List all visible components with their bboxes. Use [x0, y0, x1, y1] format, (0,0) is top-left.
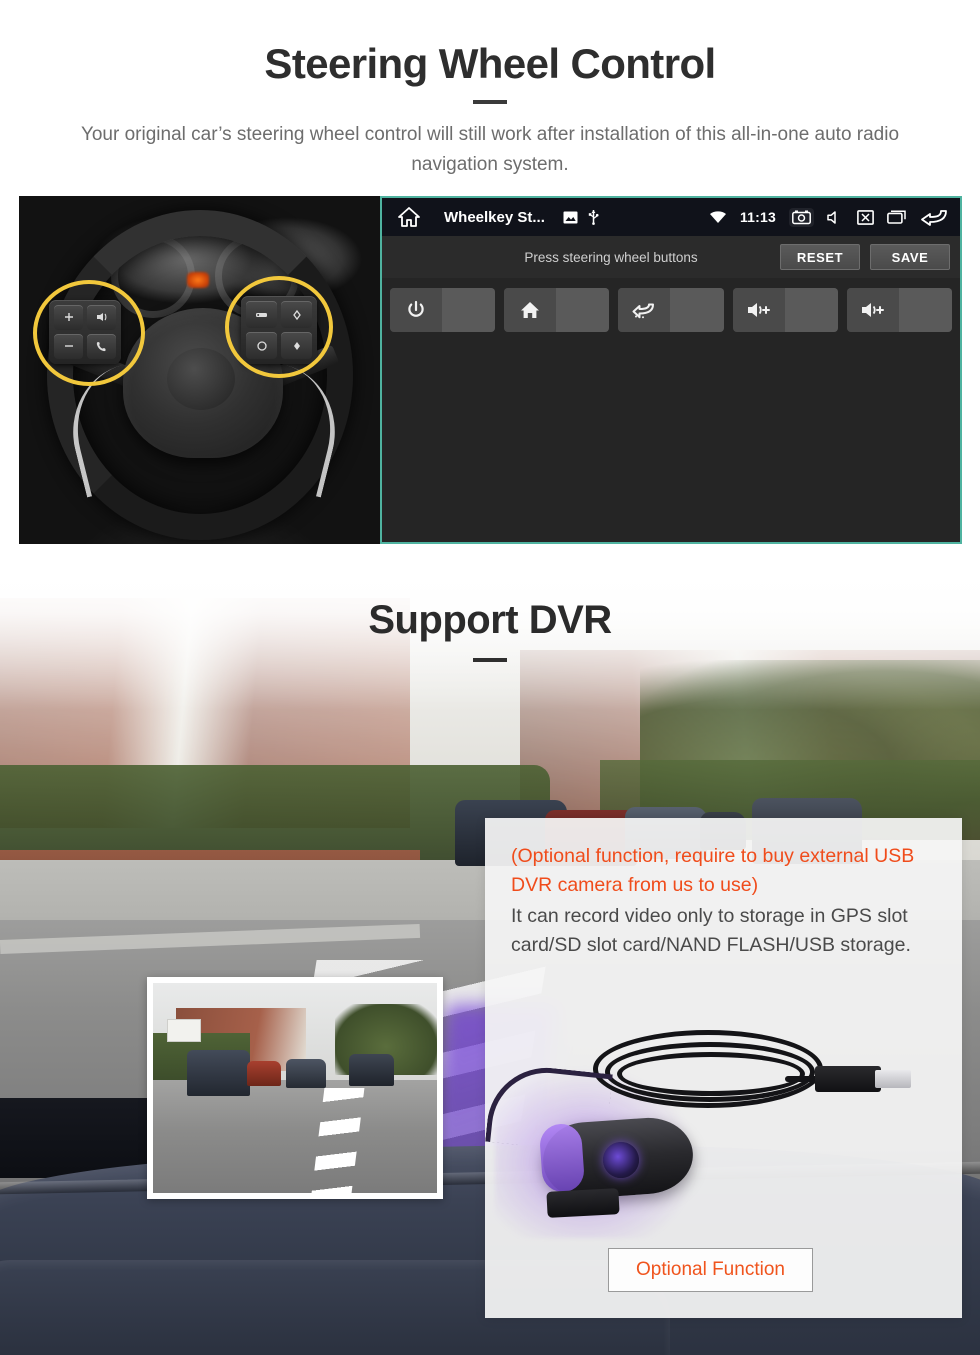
preview-car [286, 1058, 327, 1088]
head-unit-screen: Wheelkey St... 11:13 Press steering whee… [380, 196, 962, 544]
dvr-info-card: (Optional function, require to buy exter… [485, 818, 962, 1318]
power-icon [390, 288, 442, 332]
preview-road-sign [167, 1018, 202, 1042]
preview-car [187, 1050, 250, 1097]
highlight-circle-left [33, 280, 145, 386]
key-slot-value [670, 288, 724, 332]
recents-icon[interactable] [887, 210, 907, 224]
camera-lens-ring [538, 1122, 586, 1194]
section-title-divider [473, 658, 507, 662]
screenshot-icon[interactable] [789, 207, 814, 227]
storage-description: It can record video only to storage in G… [511, 905, 911, 956]
wifi-icon [709, 210, 727, 224]
key-slot-value [556, 288, 610, 332]
key-slot-volume-up-1[interactable] [732, 288, 838, 332]
airbag-cover [167, 348, 235, 410]
screen-off-icon[interactable] [857, 209, 874, 225]
instruction-text: Press steering wheel buttons [524, 249, 698, 265]
page-title: Steering Wheel Control [264, 40, 716, 87]
camera-cable-coil [617, 1052, 805, 1096]
status-right-icons: 11:13 [709, 207, 948, 227]
card-text-block: (Optional function, require to buy exter… [485, 818, 962, 960]
steering-wheel-photo [19, 196, 381, 544]
title-divider [473, 100, 507, 104]
preview-frame [153, 983, 437, 1193]
command-bar: Press steering wheel buttons RESET SAVE [382, 236, 960, 278]
back-icon[interactable] [920, 208, 948, 226]
key-slot-power[interactable] [390, 288, 496, 332]
key-mapping-area [382, 278, 960, 542]
page-subtitle: Your original car’s steering wheel contr… [80, 124, 900, 175]
key-slot-home[interactable] [504, 288, 610, 332]
key-slot-value [442, 288, 496, 332]
status-mini-icons [563, 209, 599, 225]
app-title: Wheelkey St... [444, 208, 545, 226]
volume-up-icon [732, 288, 785, 332]
back-icon [618, 288, 671, 332]
android-status-bar: Wheelkey St... 11:13 [382, 198, 960, 236]
home-icon[interactable] [394, 206, 424, 228]
support-dvr-section: Support DVR (Optional function, require [0, 560, 980, 1355]
usb-dvr-camera-photo [485, 1008, 962, 1258]
key-slot-value [898, 288, 953, 332]
mute-icon[interactable] [827, 210, 844, 225]
camera-mount-bracket [546, 1188, 620, 1218]
key-slot-row [390, 288, 953, 332]
highlight-circle-right [225, 276, 333, 378]
key-slot-value [784, 288, 838, 332]
optional-function-button[interactable]: Optional Function [608, 1248, 813, 1292]
save-button[interactable]: SAVE [870, 244, 950, 270]
clock: 11:13 [739, 209, 776, 225]
usb-icon [588, 209, 599, 225]
key-slot-back[interactable] [618, 288, 724, 332]
dvr-recording-preview [147, 977, 443, 1199]
preview-road [153, 1079, 437, 1193]
product-detail-page: Steering Wheel Control Your original car… [0, 0, 980, 1355]
preview-car [246, 1060, 281, 1086]
key-slot-volume-up-2[interactable] [846, 288, 953, 332]
section-title: Support DVR [368, 598, 612, 642]
usb-connector [815, 1066, 911, 1092]
image-icon [563, 211, 578, 224]
optional-function-note: (Optional function, require to buy exter… [511, 845, 915, 896]
volume-up-icon [846, 288, 899, 332]
home-icon [504, 288, 557, 332]
reset-button[interactable]: RESET [780, 244, 860, 270]
steering-wheel-control-section: Steering Wheel Control Your original car… [0, 0, 980, 560]
preview-car [348, 1054, 395, 1086]
